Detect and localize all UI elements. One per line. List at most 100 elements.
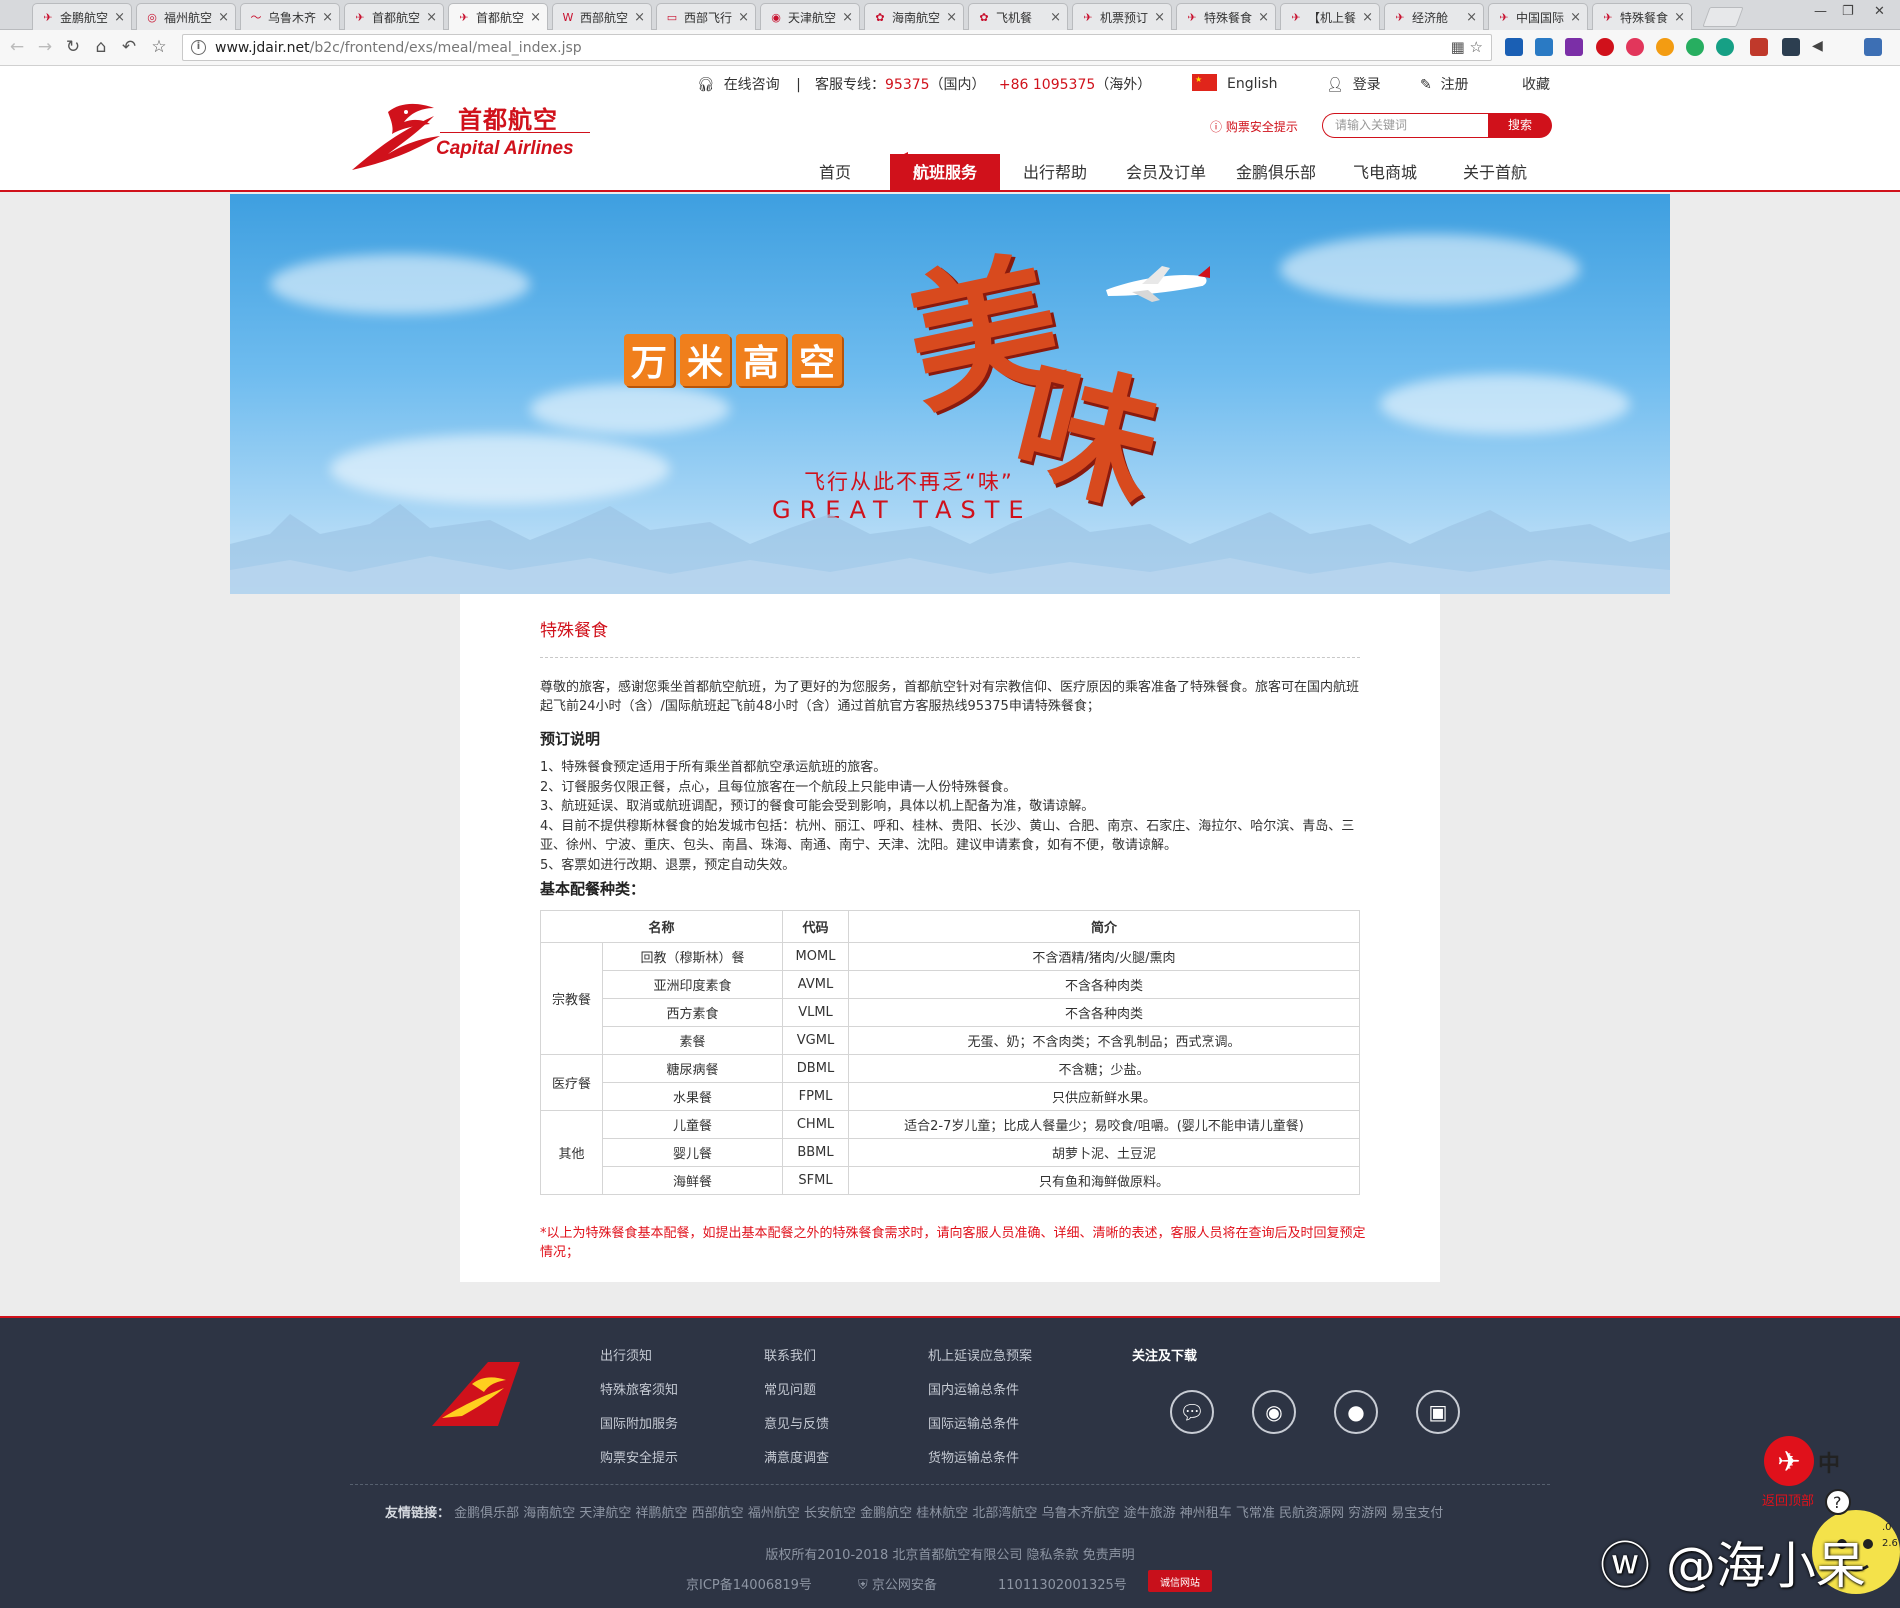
reload-icon[interactable]: ↻ xyxy=(62,36,84,58)
footer-link[interactable]: 国际运输总条件 xyxy=(928,1408,1032,1442)
browser-tab[interactable]: 〜乌鲁木齐 × xyxy=(240,3,340,30)
home-icon[interactable]: ⌂ xyxy=(90,36,112,58)
police-record[interactable]: ⛨ 京公网安备 xyxy=(858,1574,937,1593)
search-button[interactable]: 搜索 xyxy=(1488,113,1552,138)
footer-link[interactable]: 国内运输总条件 xyxy=(928,1374,1032,1408)
browser-tab[interactable]: ✿ 海南航空 × xyxy=(864,3,964,30)
meal-banner[interactable]: 万 米 高 空 美 味 飞行从此不再乏“味” GREAT TASTE xyxy=(230,194,1670,594)
footer-link[interactable]: 意见与反馈 xyxy=(764,1408,829,1442)
browser-tab[interactable]: ✈ 经济舱 × xyxy=(1384,3,1484,30)
browser-tab[interactable]: ✈ 首都航空 × xyxy=(448,3,548,30)
footer-link[interactable]: 常见问题 xyxy=(764,1374,829,1408)
restore-icon[interactable]: ❐ xyxy=(1842,4,1854,19)
extension-icon[interactable] xyxy=(1686,38,1704,56)
extension-icon[interactable] xyxy=(1750,38,1768,56)
extension-icon[interactable] xyxy=(1535,38,1553,56)
browser-tab[interactable]: ✈ 特殊餐食 × xyxy=(1592,3,1692,30)
nav-flight-service[interactable]: 航班服务 xyxy=(890,154,1000,192)
browser-tab[interactable]: ✈ 中国国际 × xyxy=(1488,3,1588,30)
new-tab-button[interactable] xyxy=(1702,7,1744,27)
browser-tab[interactable]: ✈ 机票预订 × xyxy=(1072,3,1172,30)
apple-icon[interactable]: ● xyxy=(1334,1390,1378,1434)
footer-link[interactable]: 特殊旅客须知 xyxy=(600,1374,678,1408)
friend-links[interactable]: 友情链接： 金鹏俱乐部 海南航空 天津航空 祥鹏航空 西部航空 福州航空 长安航… xyxy=(385,1502,1443,1521)
speaker-icon[interactable]: ◀ xyxy=(1812,38,1830,56)
tab-favicon-icon: ✈ xyxy=(43,10,53,24)
browser-tab[interactable]: W 西部航空 × xyxy=(552,3,652,30)
extension-icon[interactable] xyxy=(1505,38,1523,56)
undo-icon[interactable]: ↶ xyxy=(118,36,140,58)
browser-tab[interactable]: ◉ 天津航空 × xyxy=(760,3,860,30)
android-icon[interactable]: ▣ xyxy=(1416,1390,1460,1434)
browser-tab[interactable]: ✈ 首都航空 × xyxy=(344,3,444,30)
safety-tip-link[interactable]: ⓘ 购票安全提示 xyxy=(1210,118,1298,135)
address-bar[interactable]: i www.jdair.net/b2c/frontend/exs/meal/me… xyxy=(182,34,1492,61)
browser-tab[interactable]: ✈ 金鹏航空 × xyxy=(32,3,132,30)
tab-close-icon[interactable]: × xyxy=(322,10,333,25)
tab-close-icon[interactable]: × xyxy=(1154,10,1165,25)
tab-close-icon[interactable]: × xyxy=(426,10,437,25)
footer-link[interactable]: 满意度调查 xyxy=(764,1442,829,1476)
tab-close-icon[interactable]: × xyxy=(738,10,749,25)
tab-close-icon[interactable]: × xyxy=(634,10,645,25)
tab-close-icon[interactable]: × xyxy=(530,10,541,25)
forward-icon[interactable]: → xyxy=(34,36,56,58)
nav-jinpeng-club[interactable]: 金鹏俱乐部 xyxy=(1222,154,1330,192)
nav-about[interactable]: 关于首航 xyxy=(1450,154,1540,192)
browser-tab[interactable]: ✈ 特殊餐食 × xyxy=(1176,3,1276,30)
nav-member-orders[interactable]: 会员及订单 xyxy=(1112,154,1220,192)
save-icon[interactable] xyxy=(1782,38,1800,56)
extension-icon[interactable] xyxy=(1656,38,1674,56)
tab-close-icon[interactable]: × xyxy=(1466,10,1477,25)
police-number: 11011302001325号 xyxy=(998,1578,1127,1593)
search-input[interactable]: 请输入关键词 xyxy=(1322,113,1488,138)
footer-link[interactable]: 购票安全提示 xyxy=(600,1442,678,1476)
favorite-link[interactable]: 收藏 xyxy=(1522,74,1550,94)
browser-tab[interactable]: ▭ 西部飞行 × xyxy=(656,3,756,30)
back-icon[interactable]: ← xyxy=(6,36,28,58)
language-switch[interactable]: English xyxy=(1192,74,1278,92)
tab-close-icon[interactable]: × xyxy=(114,10,125,25)
weibo-icon[interactable]: ◉ xyxy=(1252,1390,1296,1434)
footer-logo-icon[interactable] xyxy=(432,1362,520,1428)
tab-close-icon[interactable]: × xyxy=(1258,10,1269,25)
footer-link[interactable]: 国际附加服务 xyxy=(600,1408,678,1442)
wechat-icon[interactable]: 💬︎ xyxy=(1170,1390,1214,1434)
tab-close-icon[interactable]: × xyxy=(946,10,957,25)
trust-site-badge[interactable]: 诚信网站 xyxy=(1148,1570,1212,1592)
float-flight-icon[interactable]: ✈ xyxy=(1764,1436,1814,1486)
tab-close-icon[interactable]: × xyxy=(1050,10,1061,25)
nav-travel-help[interactable]: 出行帮助 xyxy=(1010,154,1100,192)
footer-link[interactable]: 出行须知 xyxy=(600,1340,678,1374)
nav-home[interactable]: 首页 xyxy=(800,154,870,192)
browser-tab[interactable]: ✿ 飞机餐 × xyxy=(968,3,1068,30)
footer-link[interactable]: 机上延误应急预案 xyxy=(928,1340,1032,1374)
online-consult[interactable]: 🎧︎ 在线咨询 | xyxy=(697,74,813,94)
tab-close-icon[interactable]: × xyxy=(842,10,853,25)
footer-link[interactable]: 联系我们 xyxy=(764,1340,829,1374)
login-link[interactable]: 👤︎ 登录 xyxy=(1326,74,1381,94)
meal-code-cell: BBML xyxy=(782,1138,849,1167)
extension-icon[interactable] xyxy=(1716,38,1734,56)
icp-number[interactable]: 京ICP备14006819号 xyxy=(686,1574,812,1593)
browser-tab[interactable]: ◎ 福州航空 × xyxy=(136,3,236,30)
capital-airlines-logo[interactable]: 首都航空 Capital Airlines xyxy=(348,98,594,174)
tab-close-icon[interactable]: × xyxy=(218,10,229,25)
nav-mall[interactable]: 飞电商城 xyxy=(1340,154,1430,192)
footer-link[interactable]: 货物运输总条件 xyxy=(928,1442,1032,1476)
browser-tab[interactable]: ✈ 【机上餐 × xyxy=(1280,3,1380,30)
site-info-icon[interactable]: i xyxy=(191,40,206,55)
extension-icon[interactable] xyxy=(1864,38,1882,56)
tab-close-icon[interactable]: × xyxy=(1362,10,1373,25)
minimize-icon[interactable]: — xyxy=(1814,4,1827,19)
bookmark-star-icon[interactable]: ☆ xyxy=(148,36,170,58)
adblock-icon[interactable] xyxy=(1596,38,1614,56)
friend-links-list[interactable]: 金鹏俱乐部 海南航空 天津航空 祥鹏航空 西部航空 福州航空 长安航空 金鹏航空… xyxy=(454,1506,1443,1521)
close-window-icon[interactable]: ✕ xyxy=(1874,4,1885,19)
qr-star-icons[interactable]: ▦ ☆ xyxy=(1451,38,1483,56)
onenote-icon[interactable] xyxy=(1565,38,1583,56)
tab-close-icon[interactable]: × xyxy=(1570,10,1581,25)
tab-close-icon[interactable]: × xyxy=(1674,10,1685,25)
register-link[interactable]: ✎ 注册 xyxy=(1420,74,1469,94)
extension-icon[interactable] xyxy=(1626,38,1644,56)
